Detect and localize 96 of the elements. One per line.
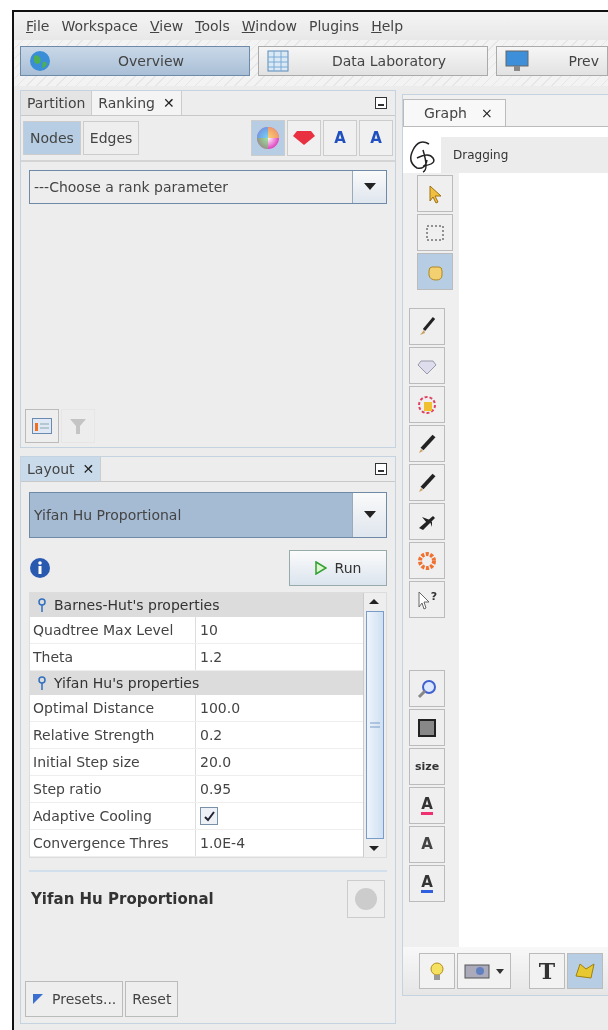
zoom-icon	[416, 677, 438, 700]
minimize-icon[interactable]	[375, 463, 387, 475]
toggle-button[interactable]: Nodes	[23, 121, 81, 155]
property-value[interactable]: 0.95	[196, 776, 363, 802]
menu-item[interactable]: Help	[365, 18, 410, 34]
ring-icon	[416, 549, 438, 572]
property-value[interactable]: 0.2	[196, 722, 363, 748]
menu-item[interactable]: Window	[235, 18, 303, 34]
list-button[interactable]	[25, 409, 59, 443]
presets-button[interactable]: Presets...	[25, 981, 124, 1017]
monitor-icon	[505, 50, 529, 72]
color-wheel-icon	[256, 126, 280, 150]
layout-description-title: Yifan Hu Proportional	[31, 890, 214, 908]
property-value[interactable]: 1.2	[196, 644, 363, 670]
tool-button[interactable]: size	[409, 748, 445, 785]
section-title: Barnes-Hut's properties	[54, 597, 220, 613]
toolbar-button[interactable]: T	[529, 953, 565, 989]
label-color-icon: A	[334, 130, 346, 146]
transformer-button[interactable]: A	[323, 120, 357, 156]
transformer-button[interactable]	[251, 120, 285, 156]
property-name: Relative Strength	[30, 722, 196, 748]
reset-button[interactable]: Reset	[125, 981, 179, 1017]
camera-icon	[464, 962, 490, 980]
perspective-button[interactable]: Overview	[20, 46, 250, 76]
transformer-button[interactable]	[287, 120, 321, 156]
tool-button[interactable]	[409, 425, 445, 462]
section-header[interactable]: Yifan Hu's properties	[30, 671, 363, 695]
perspective-button[interactable]: Data Laboratory	[258, 46, 488, 76]
square-icon	[416, 716, 438, 739]
menu-item[interactable]: Workspace	[55, 18, 144, 34]
grip-icon	[370, 722, 380, 728]
list-icon	[32, 418, 52, 434]
menu-item[interactable]: Plugins	[302, 18, 366, 34]
property-name: Optimal Distance	[30, 695, 196, 721]
filter-icon	[69, 417, 87, 435]
menu-item[interactable]: Tools	[189, 18, 236, 34]
font-icon: A	[421, 837, 433, 852]
property-value[interactable]: 20.0	[196, 749, 363, 775]
text-icon: T	[538, 958, 556, 984]
layout-dropdown[interactable]: Yifan Hu Proportional	[29, 492, 387, 538]
menu-item[interactable]: File	[20, 18, 56, 34]
scrollbar[interactable]	[363, 593, 386, 857]
property-name: Convergence Thres	[30, 830, 196, 856]
tool-button[interactable]	[409, 709, 445, 746]
tool-button[interactable]: A	[409, 826, 445, 863]
tool-button[interactable]: ?	[409, 581, 445, 618]
caret-icon	[496, 968, 504, 974]
pin-icon	[38, 676, 46, 690]
table-icon	[267, 50, 289, 72]
minimize-icon[interactable]	[375, 97, 387, 109]
menu-item[interactable]: View	[144, 18, 190, 34]
property-name: Step ratio	[30, 776, 196, 802]
toolbar-button[interactable]	[419, 953, 455, 989]
pin-icon	[38, 598, 46, 612]
tool-button[interactable]	[409, 464, 445, 501]
tool-button[interactable]: A	[409, 865, 445, 902]
tool-button[interactable]: A	[409, 787, 445, 824]
tool-button[interactable]	[409, 503, 445, 540]
toolbar-button[interactable]	[457, 953, 511, 989]
help-icon	[354, 887, 378, 911]
status-text: Dragging	[453, 148, 509, 162]
panel-tab[interactable]: Ranking ✕	[92, 91, 182, 115]
perspective-button[interactable]: Prev	[496, 46, 608, 76]
section-title: Yifan Hu's properties	[54, 675, 200, 691]
palette-icon	[416, 393, 438, 416]
property-name: Adaptive Cooling	[30, 803, 196, 829]
pencil-icon	[416, 432, 438, 455]
panel-tab[interactable]: Partition	[21, 91, 93, 115]
size-text-icon: size	[414, 760, 440, 773]
section-header[interactable]: Barnes-Hut's properties	[30, 593, 363, 617]
rank-parameter-dropdown[interactable]: ---Choose a rank parameter	[29, 170, 387, 204]
checkmark-icon	[203, 810, 215, 822]
property-name: Initial Step size	[30, 749, 196, 775]
shape-icon	[574, 960, 596, 982]
property-name: Quadtree Max Level	[30, 617, 196, 643]
tool-button[interactable]	[409, 308, 445, 345]
checkbox[interactable]	[200, 807, 218, 825]
preset-icon	[32, 993, 44, 1005]
panel-tab[interactable]: Layout ✕	[21, 457, 102, 481]
diamond-icon	[292, 130, 316, 146]
property-value[interactable]: 10	[196, 617, 363, 643]
pencil-icon	[416, 471, 438, 494]
run-button[interactable]: Run	[289, 550, 387, 586]
info-icon[interactable]	[29, 557, 51, 579]
graph-tab[interactable]: Graph ×	[403, 99, 506, 126]
toggle-button[interactable]: Edges	[82, 121, 140, 155]
play-icon	[314, 561, 327, 575]
property-value[interactable]: 1.0E-4	[196, 830, 363, 856]
property-name: Theta	[30, 644, 196, 670]
label-size-icon: A	[370, 130, 382, 146]
dropdown-arrow-icon	[363, 183, 376, 191]
toolbar-button[interactable]	[567, 953, 603, 989]
dropdown-arrow-icon	[363, 511, 376, 519]
globe-icon	[29, 50, 51, 72]
transformer-button[interactable]: A	[359, 120, 393, 156]
property-value[interactable]: 100.0	[196, 695, 363, 721]
